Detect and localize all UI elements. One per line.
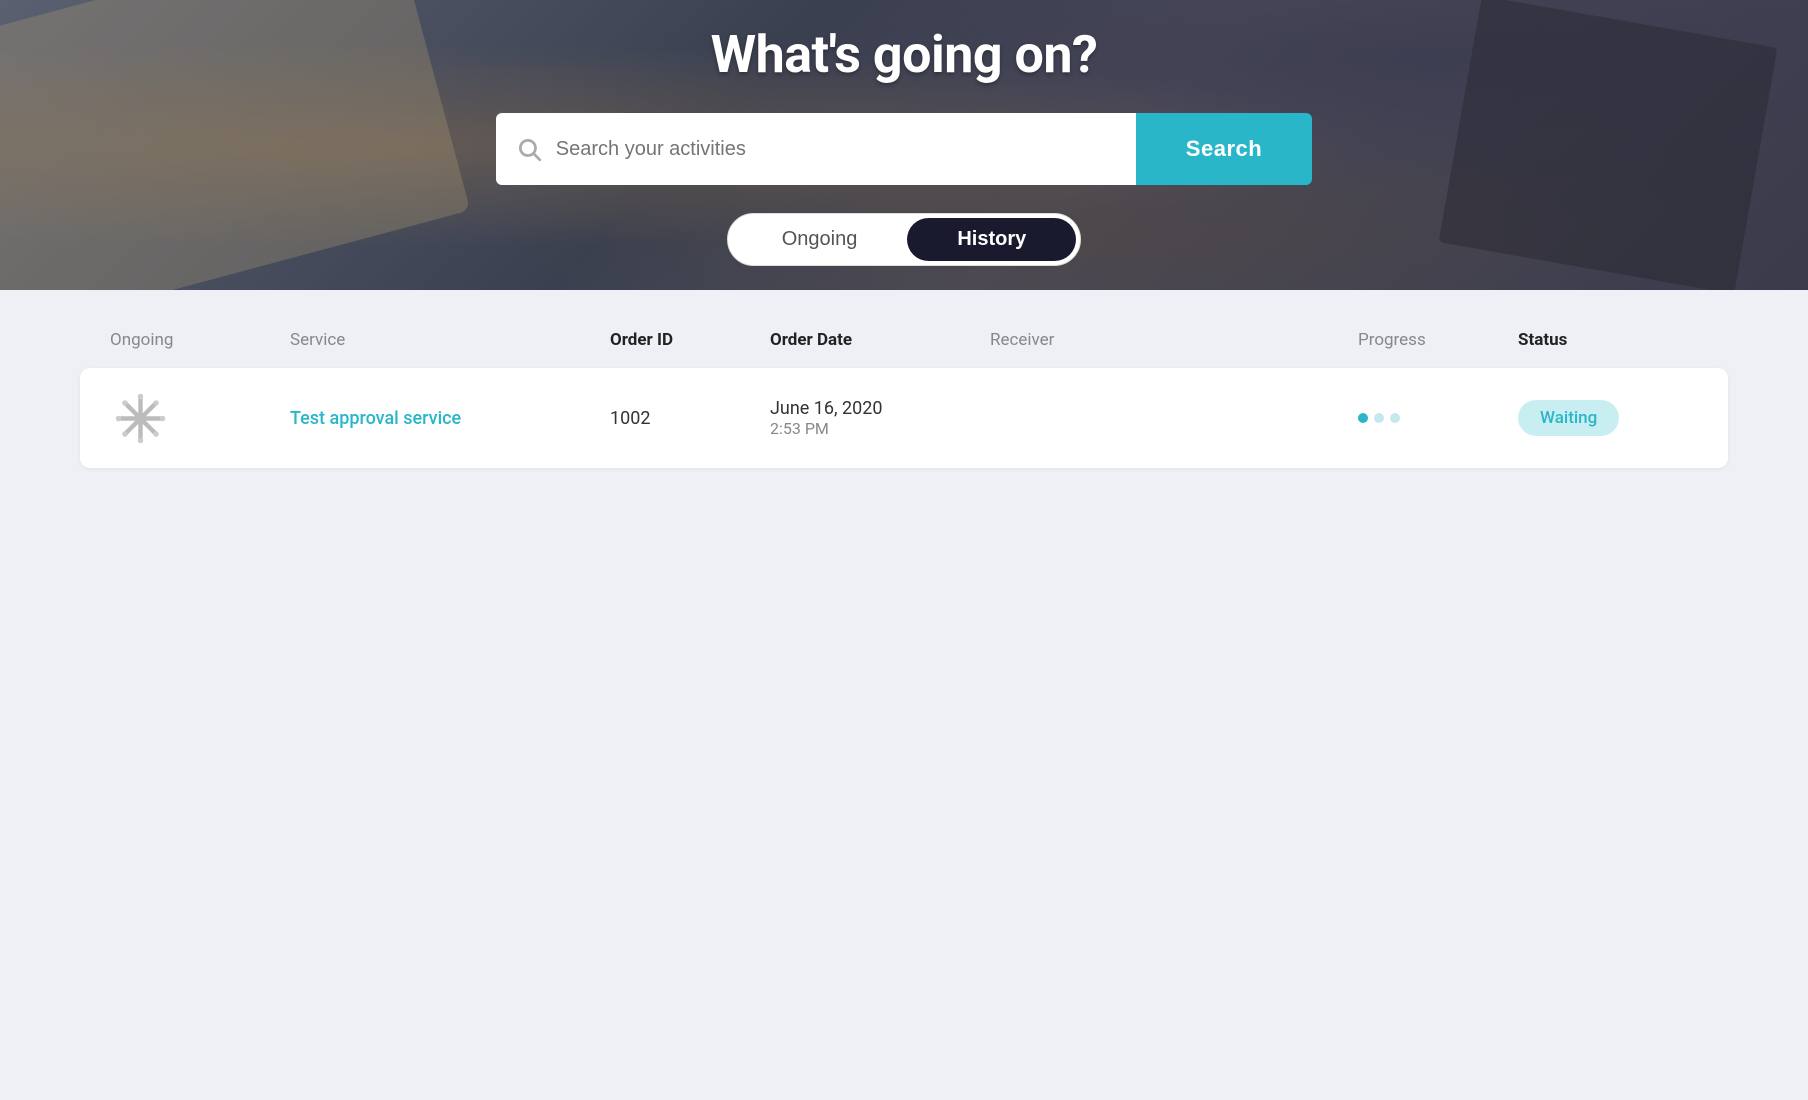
table-section: Ongoing Service Order ID Order Date Rece… — [0, 290, 1808, 1100]
col-ongoing: Ongoing — [110, 330, 290, 350]
tab-ongoing[interactable]: Ongoing — [732, 218, 908, 261]
order-date-wrap: June 16, 2020 2:53 PM — [770, 398, 990, 438]
col-order-id: Order ID — [610, 330, 770, 350]
col-order-date: Order Date — [770, 330, 990, 350]
col-service: Service — [290, 330, 610, 350]
col-progress: Progress — [1358, 330, 1518, 350]
progress-dot-3 — [1390, 413, 1400, 423]
search-icon — [516, 136, 542, 162]
order-id: 1002 — [610, 408, 770, 429]
progress-dots — [1358, 413, 1518, 423]
status-badge: Waiting — [1518, 400, 1619, 436]
status-badge-wrap: Waiting — [1518, 400, 1698, 436]
search-input[interactable] — [556, 138, 1116, 161]
order-date: June 16, 2020 — [770, 398, 990, 419]
search-button[interactable]: Search — [1136, 113, 1312, 185]
col-receiver: Receiver — [990, 330, 1358, 350]
tab-history[interactable]: History — [907, 218, 1076, 261]
hero-section: What's going on? Search Ongoing History — [0, 0, 1808, 290]
table-row: Test approval service 1002 June 16, 2020… — [80, 368, 1728, 468]
order-time: 2:53 PM — [770, 419, 990, 438]
progress-dot-2 — [1374, 413, 1384, 423]
service-icon — [110, 388, 170, 448]
hero-title: What's going on? — [711, 24, 1098, 85]
search-box — [496, 113, 1136, 185]
tab-toggle: Ongoing History — [727, 213, 1082, 266]
search-row: Search — [496, 113, 1312, 185]
progress-dot-1 — [1358, 413, 1368, 423]
service-name[interactable]: Test approval service — [290, 408, 610, 429]
table-header: Ongoing Service Order ID Order Date Rece… — [80, 320, 1728, 360]
col-status: Status — [1518, 330, 1698, 350]
